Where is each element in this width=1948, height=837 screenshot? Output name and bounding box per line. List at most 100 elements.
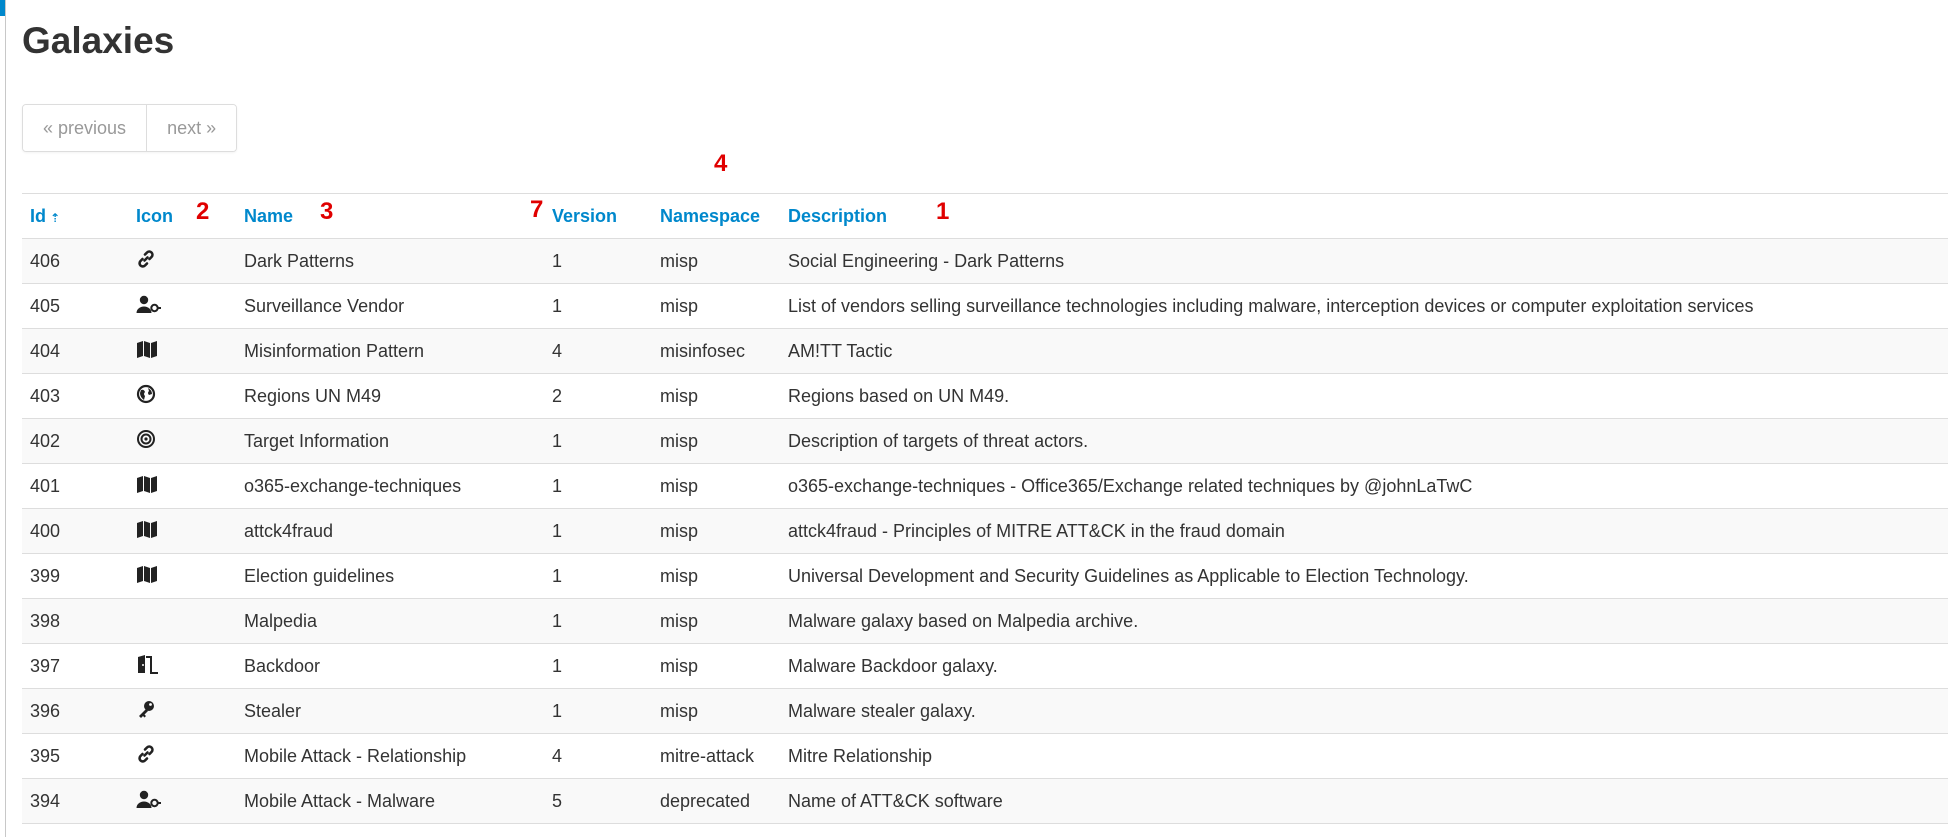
- cell-description: List of vendors selling surveillance tec…: [780, 283, 1948, 329]
- sort-ascending-icon: ⇡: [50, 210, 61, 225]
- cell-description: Name of ATT&CK software: [780, 778, 1948, 824]
- table-row[interactable]: 403 Regions UN M49 2 misp Regions based on U…: [22, 373, 1948, 419]
- column-header-id-label: Id: [30, 205, 46, 226]
- column-header-id[interactable]: Id ⇡: [22, 193, 128, 239]
- cell-id: 395: [22, 733, 128, 779]
- cell-namespace: misp: [652, 283, 780, 329]
- previous-page-button[interactable]: « previous: [23, 105, 147, 151]
- cell-version: 1: [544, 283, 652, 329]
- cell-id: 398: [22, 598, 128, 644]
- table-row[interactable]: 406 Dark Patterns 1 misp Social Engineering …: [22, 238, 1948, 284]
- galaxies-table: Id ⇡ Icon Name Version Namespace Descript…: [22, 193, 1948, 824]
- cell-id: 400: [22, 508, 128, 554]
- cell-description: AM!TT Tactic: [780, 328, 1948, 374]
- cell-description: Malware galaxy based on Malpedia archive…: [780, 598, 1948, 644]
- table-row[interactable]: 400 attck4fraud 1 misp attck4fraud - Princip…: [22, 508, 1948, 554]
- table-row[interactable]: 396 Stealer 1 misp Malware stealer galaxy.: [22, 688, 1948, 734]
- cell-namespace: misp: [652, 418, 780, 464]
- cell-icon: [128, 328, 236, 374]
- globe-icon: [136, 384, 156, 404]
- cell-icon: [128, 598, 236, 644]
- map-icon: [136, 474, 158, 494]
- cell-icon: [128, 418, 236, 464]
- cell-namespace: mitre-attack: [652, 733, 780, 779]
- cell-version: 1: [544, 463, 652, 509]
- cell-version: 1: [544, 508, 652, 554]
- cell-id: 404: [22, 328, 128, 374]
- page-title: Galaxies: [22, 20, 175, 61]
- column-header-version[interactable]: Version: [544, 193, 652, 239]
- cell-version: 1: [544, 418, 652, 464]
- cell-namespace: deprecated: [652, 778, 780, 824]
- cell-id: 396: [22, 688, 128, 734]
- cell-description: attck4fraud - Principles of MITRE ATT&CK…: [780, 508, 1948, 554]
- cell-name: Stealer: [236, 688, 544, 734]
- table-row[interactable]: 405 Surveillance Vendor 1 misp List of vendo…: [22, 283, 1948, 329]
- cell-description: Malware Backdoor galaxy.: [780, 643, 1948, 689]
- table-row[interactable]: 401 o365-exchange-techniques 1 misp o365-exc…: [22, 463, 1948, 509]
- cell-id: 406: [22, 238, 128, 284]
- cell-icon: [128, 733, 236, 779]
- table-row[interactable]: 398 Malpedia 1 misp Malware galaxy based on …: [22, 598, 1948, 644]
- cell-name: Malpedia: [236, 598, 544, 644]
- table-row[interactable]: 399 Election guidelines 1 misp Universal Dev…: [22, 553, 1948, 599]
- cell-id: 399: [22, 553, 128, 599]
- cell-name: Backdoor: [236, 643, 544, 689]
- table-row[interactable]: 404 Misinformation Pattern 4 misinfosec AM!T…: [22, 328, 1948, 374]
- cell-icon: [128, 778, 236, 824]
- cell-version: 5: [544, 778, 652, 824]
- cell-namespace: misp: [652, 463, 780, 509]
- cell-icon: [128, 373, 236, 419]
- cell-name: Misinformation Pattern: [236, 328, 544, 374]
- cell-name: Election guidelines: [236, 553, 544, 599]
- cell-description: Description of targets of threat actors.: [780, 418, 1948, 464]
- door-open-icon: [136, 654, 160, 674]
- map-icon: [136, 519, 158, 539]
- table-row[interactable]: 395 Mobile Attack - Relationship 4 mitre-at…: [22, 733, 1948, 779]
- table-row[interactable]: 402 Target Information 1 misp Description of…: [22, 418, 1948, 464]
- column-header-namespace[interactable]: Namespace: [652, 193, 780, 239]
- cell-version: 1: [544, 688, 652, 734]
- cell-name: Regions UN M49: [236, 373, 544, 419]
- link-icon: [136, 249, 156, 269]
- cell-description: Universal Development and Security Guide…: [780, 553, 1948, 599]
- cell-name: Mobile Attack - Malware: [236, 778, 544, 824]
- bullseye-icon: [136, 429, 156, 449]
- column-header-icon[interactable]: Icon: [128, 193, 236, 239]
- cell-id: 397: [22, 643, 128, 689]
- cell-namespace: misp: [652, 643, 780, 689]
- user-secret-icon: [136, 294, 162, 314]
- cell-namespace: misp: [652, 688, 780, 734]
- cell-id: 405: [22, 283, 128, 329]
- table-row[interactable]: 397 Backdoor 1 misp Malware Backdoor galaxy.: [22, 643, 1948, 689]
- table-header-row: Id ⇡ Icon Name Version Namespace Descript…: [22, 193, 1948, 239]
- column-header-description[interactable]: Description: [780, 193, 1948, 239]
- cell-namespace: misinfosec: [652, 328, 780, 374]
- annotation-4: 4: [714, 150, 728, 177]
- cell-name: Dark Patterns: [236, 238, 544, 284]
- cell-version: 1: [544, 238, 652, 284]
- cell-namespace: misp: [652, 508, 780, 554]
- cell-namespace: misp: [652, 373, 780, 419]
- cell-description: Social Engineering - Dark Patterns: [780, 238, 1948, 284]
- cell-version: 4: [544, 328, 652, 374]
- map-icon: [136, 564, 158, 584]
- link-icon: [136, 744, 156, 764]
- left-border: [5, 0, 6, 837]
- cell-name: Mobile Attack - Relationship: [236, 733, 544, 779]
- next-page-button[interactable]: next »: [146, 105, 237, 151]
- column-header-name[interactable]: Name: [236, 193, 544, 239]
- user-secret-icon: [136, 789, 162, 809]
- cell-description: o365-exchange-techniques - Office365/Exc…: [780, 463, 1948, 509]
- cell-icon: [128, 688, 236, 734]
- cell-namespace: misp: [652, 598, 780, 644]
- table-row[interactable]: 394 Mobile Attack - Malware 5 deprecated Nam…: [22, 778, 1948, 824]
- cell-icon: [128, 643, 236, 689]
- cell-id: 402: [22, 418, 128, 464]
- cell-icon: [128, 508, 236, 554]
- cell-description: Malware stealer galaxy.: [780, 688, 1948, 734]
- cell-name: Surveillance Vendor: [236, 283, 544, 329]
- cell-name: o365-exchange-techniques: [236, 463, 544, 509]
- cell-id: 394: [22, 778, 128, 824]
- cell-namespace: misp: [652, 238, 780, 284]
